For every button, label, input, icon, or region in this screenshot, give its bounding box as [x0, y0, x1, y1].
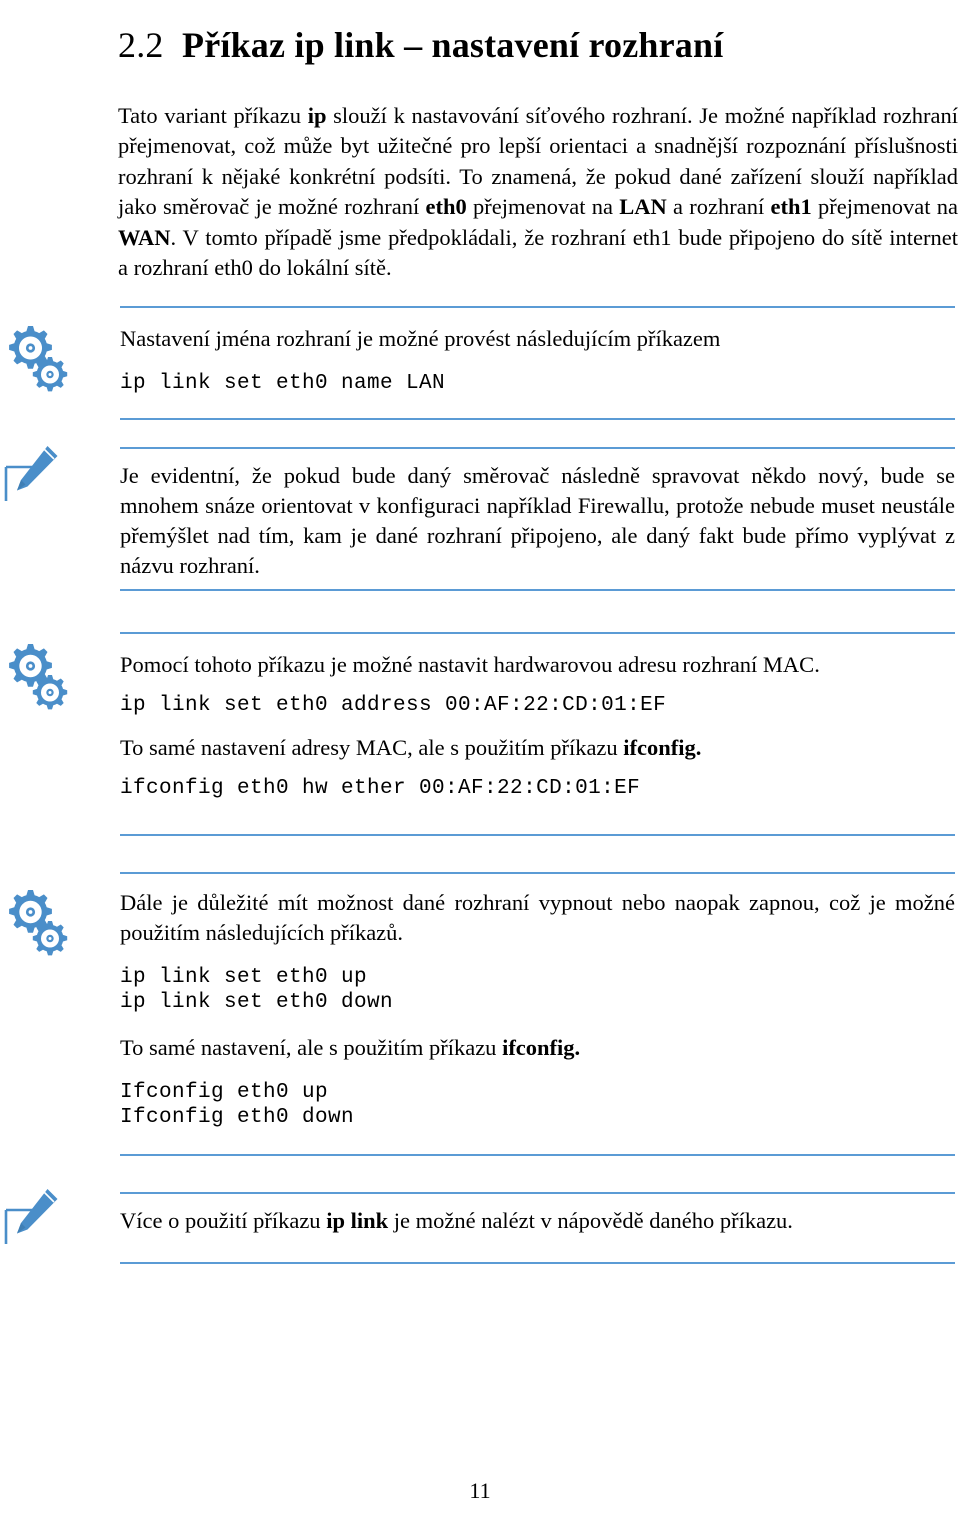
callout-help-text: Více o použití příkazu ip link je možné …	[120, 1206, 955, 1236]
callout-bottom-rule	[120, 589, 955, 591]
page-title: 2.2 Příkaz ip link – nastavení rozhraní	[118, 22, 723, 68]
heading-command: ip link	[294, 25, 395, 66]
callout-bottom-rule	[120, 1262, 955, 1264]
intro-text-4: a rozhraní	[666, 194, 771, 219]
heading-prefix: Příkaz	[182, 25, 295, 66]
intro-text-3: přejmenovat na	[466, 194, 620, 219]
callout-mac-command-ip: ip link set eth0 address 00:AF:22:CD:01:…	[120, 694, 667, 717]
intro-text-1: Tato variant příkazu	[118, 102, 308, 128]
callout-updown-command-down: ip link set eth0 down	[120, 990, 394, 1014]
page-number: 11	[469, 1478, 491, 1503]
callout-bottom-rule	[120, 418, 955, 420]
callout-bottom-rule	[120, 1154, 955, 1156]
intro-bold-eth0: eth0	[425, 194, 467, 219]
callout-help-pre: Více o použití příkazu	[120, 1208, 327, 1233]
callout-content: Nastavení jména rozhraní je možné provés…	[120, 308, 955, 397]
callout-updown-text-2: To samé nastavení, ale s použitím příkaz…	[120, 1033, 955, 1063]
callout-updown-bold-ifconfig: ifconfig.	[502, 1035, 581, 1060]
callout-updown-text: Dále je důležité mít možnost dané rozhra…	[120, 890, 955, 945]
callout-bottom-rule	[120, 834, 955, 836]
callout-note-naming: Je evidentní, že pokud bude daný směrova…	[0, 446, 960, 591]
pencil-icon	[0, 439, 70, 509]
callout-mac-command-ifconfig: ifconfig eth0 hw ether 00:AF:22:CD:01:EF	[120, 776, 641, 800]
callout-note-text: Je evidentní, že pokud bude daný směrova…	[120, 463, 955, 578]
callout-content: Dále je důležité mít možnost dané rozhra…	[120, 874, 955, 1130]
document-page: 2.2 Příkaz ip link – nastavení rozhraní …	[0, 0, 960, 1531]
callout-help-post: je možné nalézt v nápovědě daného příkaz…	[388, 1208, 793, 1233]
gears-icon	[2, 888, 72, 958]
intro-text-6: . V tomto případě jsme předpokládali, že…	[118, 224, 958, 281]
gears-icon	[2, 642, 72, 712]
callout-content: Pomocí tohoto příkazu je možné nastavit …	[120, 634, 955, 801]
section-number: 2.2	[118, 25, 164, 66]
callout-help-bold-iplink: ip link	[326, 1208, 389, 1233]
callout-updown-text-2-lead: To samé nastavení, ale s použitím příkaz…	[120, 1035, 503, 1060]
callout-mac-address: Pomocí tohoto příkazu je možné nastavit …	[0, 632, 960, 836]
callout-content: Je evidentní, že pokud bude daný směrova…	[120, 449, 955, 581]
callout-rename-text: Nastavení jména rozhraní je možné provés…	[120, 326, 721, 351]
intro-paragraph: Tato variant příkazu ip slouží k nastavo…	[118, 101, 958, 284]
callout-note-help: Více o použití příkazu ip link je možné …	[0, 1189, 960, 1264]
callout-mac-bold-ifconfig: ifconfig.	[623, 734, 702, 760]
callout-rename-interface: Nastavení jména rozhraní je možné provés…	[0, 306, 960, 420]
intro-bold-lan: LAN	[619, 194, 667, 219]
callout-mac-text-2: To samé nastavení adresy MAC, ale s použ…	[120, 733, 955, 763]
intro-text-5: přejmenovat na	[811, 194, 958, 219]
callout-mac-text: Pomocí tohoto příkazu je možné nastavit …	[120, 652, 820, 677]
callout-updown-command-ifconfig-up: Ifconfig eth0 up	[120, 1081, 329, 1104]
callout-mac-text-2-lead: To samé nastavení adresy MAC, ale s použ…	[120, 734, 624, 760]
callout-updown-command-up: ip link set eth0 up	[120, 966, 368, 989]
intro-bold-ip: ip	[307, 102, 327, 128]
callout-updown-command-ifconfig-down: Ifconfig eth0 down	[120, 1105, 355, 1129]
callout-rename-command: ip link set eth0 name LAN	[120, 372, 446, 395]
callout-interface-updown: Dále je důležité mít možnost dané rozhra…	[0, 872, 960, 1156]
pencil-icon	[0, 1182, 70, 1252]
callout-content: Více o použití příkazu ip link je možné …	[120, 1194, 955, 1236]
heading-suffix: – nastavení rozhraní	[394, 25, 724, 66]
gears-icon	[2, 324, 72, 394]
intro-bold-wan: WAN	[118, 224, 171, 250]
intro-bold-eth1: eth1	[770, 194, 812, 219]
